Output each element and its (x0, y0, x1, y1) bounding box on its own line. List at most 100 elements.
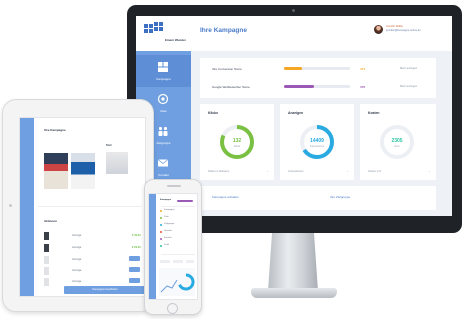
thumbnail-image[interactable] (44, 153, 68, 189)
donut-title: Anzeigen (288, 111, 304, 115)
donut-value: 14409 (310, 138, 324, 144)
metric-label: Google Wettbewerber Score (212, 85, 250, 89)
donut-card-anzeigen: Anzeigen 14409 Impressionen Impressionen… (280, 104, 354, 180)
divider (161, 206, 195, 207)
device-mockup-stage: Einem Wunder Ihre Kampagne Jennifer Müll… (0, 0, 466, 319)
monitor-stand-base (251, 288, 337, 298)
donut-link[interactable]: Kosten in € (368, 170, 381, 173)
row-text: Anzeige (72, 246, 82, 249)
phone-tab[interactable] (186, 260, 194, 263)
donut-link[interactable]: Klicks im Zeitraum (208, 170, 229, 173)
sidebar-item-label: Kampagne (156, 77, 171, 81)
phone-menu-item[interactable]: Profil (164, 244, 169, 246)
donut-chart: 132 Klicks (217, 122, 257, 162)
row-text: Anzeige (72, 280, 82, 283)
donut-subtitle: Klicks (233, 145, 241, 148)
metric-bar-fill (284, 85, 314, 88)
phone-title: Kampagne (160, 199, 172, 201)
row-action-button[interactable] (129, 267, 140, 272)
sidebar-item-kampagne[interactable]: Kampagne (136, 55, 191, 87)
pause-campaign-link[interactable]: Kampagne anhalten (212, 195, 239, 199)
phone-tab[interactable] (173, 260, 183, 263)
metric-link[interactable]: Mehr anzeigen (400, 85, 417, 88)
thumbnail-image[interactable] (71, 153, 95, 189)
mail-icon (157, 159, 169, 167)
metric-bar (284, 67, 350, 70)
row-price: € 49,00 (132, 234, 141, 237)
phone-device: Kampagne Kampagne Ziele Zielgruppe Stati… (144, 179, 202, 315)
row-thumbnail (44, 244, 49, 252)
phone-progress-bar (177, 200, 193, 202)
donut-value: 2305 (391, 138, 403, 144)
status-dot (160, 217, 162, 219)
chevron-right-icon[interactable]: › (347, 170, 348, 173)
donut-subtitle: Impressionen (309, 145, 325, 148)
donut-chart: 14409 Impressionen (297, 122, 337, 162)
tablet-device: Ihre Kampagne Text Aktionen Anzeige € 49… (2, 99, 154, 312)
chevron-right-icon[interactable]: › (429, 170, 430, 173)
metric-bar (284, 85, 350, 88)
row-thumbnail (44, 232, 49, 240)
audience-icon (158, 126, 168, 136)
row-action-button[interactable] (129, 278, 140, 283)
status-dot (160, 245, 162, 247)
divider (161, 254, 195, 255)
user-name[interactable]: Jennifer Müller (386, 25, 403, 28)
chevron-right-icon[interactable]: › (267, 170, 268, 173)
tablet-title: Ihre Kampagne (44, 128, 66, 132)
donut-subtitle: Euro (394, 145, 400, 148)
donut-card-klicks: Klicks 132 Klicks Klicks im Zeitraum › (200, 104, 274, 180)
thumbnail-image[interactable] (106, 152, 128, 174)
webcam (292, 9, 295, 12)
logo[interactable]: Einem Wunder (136, 16, 191, 51)
row-text: Anzeige (72, 269, 82, 272)
status-dot (160, 238, 162, 240)
phone-screen: Kampagne Kampagne Ziele Zielgruppe Stati… (148, 193, 198, 300)
divider (38, 206, 142, 207)
phone-speaker (167, 185, 181, 187)
phone-menu-item[interactable]: Zielgruppe (164, 223, 174, 225)
app-header: Einem Wunder Ihre Kampagne Jennifer Müll… (136, 16, 452, 51)
donut-title: Klicks (208, 111, 218, 115)
phone-tab[interactable] (160, 260, 170, 263)
status-dot (160, 224, 162, 226)
row-text: Anzeige (72, 234, 82, 237)
donut-link[interactable]: Impressionen (288, 170, 304, 173)
metric-value: 474 (360, 67, 366, 71)
metric-value: 378 (360, 85, 366, 89)
status-dot (160, 210, 162, 212)
phone-sidebar (149, 194, 156, 299)
phone-menu-item[interactable]: Kontakt (164, 237, 171, 239)
tablet-screen: Ihre Kampagne Text Aktionen Anzeige € 49… (19, 117, 146, 297)
tablet-thumbnails (44, 153, 96, 191)
actions-card: Kampagne anhalten Ihre Zielgruppe (200, 186, 436, 210)
avatar[interactable] (374, 25, 383, 34)
metrics-card: Ihre Conversion Score 474 Mehr anzeigen … (200, 58, 436, 98)
row-text: Anzeige (72, 258, 82, 261)
page-title: Ihre Kampagne (200, 27, 247, 34)
audience-link[interactable]: Ihre Zielgruppe (330, 195, 350, 199)
phone-menu-item[interactable]: Statistik (164, 230, 172, 232)
row-thumbnail (44, 267, 49, 275)
status-dot (160, 231, 162, 233)
phone-home-button[interactable] (167, 303, 178, 314)
tablet-camera (9, 204, 12, 207)
phone-menu-item[interactable]: Kampagne (164, 209, 175, 211)
target-icon (157, 93, 169, 105)
row-action-button[interactable] (129, 256, 140, 261)
donut-card-kosten: Kosten 2305 Euro Kosten in € › (360, 104, 436, 180)
row-price: € 29,00 (132, 246, 141, 249)
donut-value: 132 (232, 138, 242, 144)
tablet-sidebar (20, 118, 34, 296)
donut-title: Kosten (368, 111, 380, 115)
metric-link[interactable]: Mehr anzeigen (400, 67, 417, 70)
phone-chart (159, 268, 195, 296)
edit-campaign-button-label: Kampagne bearbeiten (92, 288, 118, 291)
edit-campaign-button[interactable]: Kampagne bearbeiten (64, 286, 145, 294)
phone-menu-item[interactable]: Ziele (164, 216, 169, 218)
donut-chart: 2305 Euro (377, 122, 417, 162)
tablet-section-title: Aktionen (44, 219, 57, 223)
user-email: jennifer@kampagne-online.de (386, 29, 421, 32)
row-thumbnail (44, 256, 49, 264)
dashboard-icon (158, 62, 168, 72)
